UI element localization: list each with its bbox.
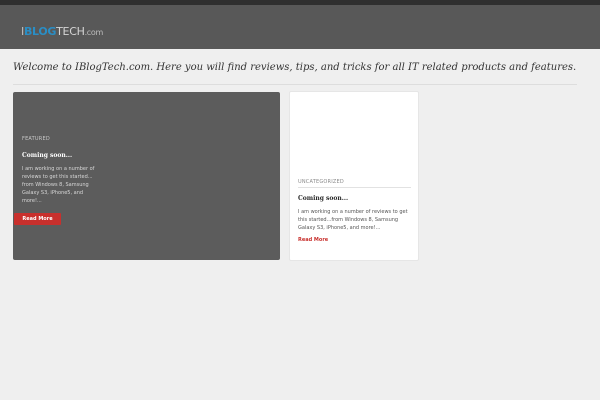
featured-post-title[interactable]: Coming soon... — [22, 152, 72, 159]
post-card: UNCATEGORIZED Coming soon... I am workin… — [290, 92, 418, 260]
section-divider — [13, 84, 577, 85]
welcome-message: Welcome to IBlogTech.com. Here you will … — [13, 62, 577, 73]
post-category[interactable]: UNCATEGORIZED — [298, 179, 344, 185]
featured-post-category[interactable]: FEATURED — [22, 136, 50, 142]
featured-post-excerpt: I am working on a number of reviews to g… — [22, 166, 95, 204]
post-read-more-link[interactable]: Read More — [298, 237, 328, 243]
post-category-divider — [298, 187, 411, 188]
site-header: IBLOGTECH.com — [0, 5, 600, 49]
featured-post-card: FEATURED Coming soon... I am working on … — [13, 92, 280, 260]
logo-text-com: .com — [84, 28, 104, 37]
post-title[interactable]: Coming soon... — [298, 195, 348, 202]
featured-read-more-button[interactable]: Read More — [14, 213, 61, 225]
logo-text-tech: TECH — [56, 25, 85, 38]
post-excerpt: I am working on a number of reviews to g… — [298, 209, 408, 231]
logo-text-blog: BLOG — [23, 25, 57, 38]
site-logo[interactable]: IBLOGTECH.com — [21, 26, 103, 37]
